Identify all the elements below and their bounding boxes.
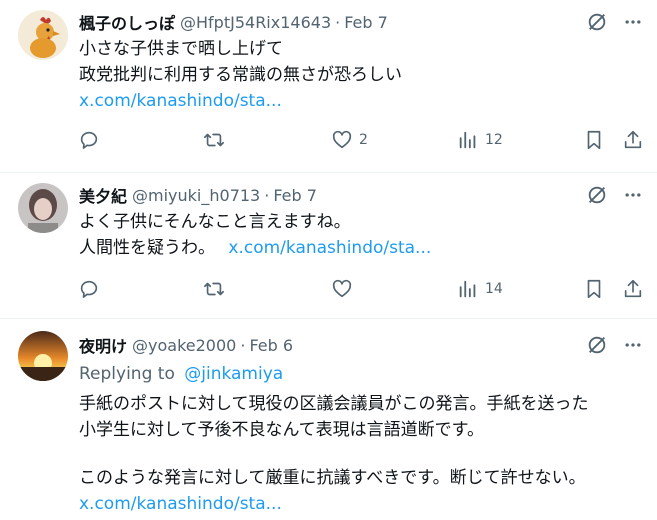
tweet-text-line: 政党批判に利用する常識の無さが恐ろしい xyxy=(79,65,402,85)
more-button[interactable] xyxy=(620,332,646,358)
grok-button[interactable] xyxy=(584,9,610,35)
avatar-image-rooster xyxy=(18,10,68,60)
tweet-text-line-with-link: 人間性を疑うわ。 x.com/kanashindo/sta... xyxy=(79,235,431,261)
replying-to-handle[interactable]: @jinkamiya xyxy=(184,364,283,384)
retweet-button[interactable] xyxy=(203,274,225,304)
grok-slash-circle-icon xyxy=(588,336,606,354)
reply-button[interactable] xyxy=(78,274,100,304)
bookmark-button[interactable] xyxy=(583,125,605,155)
action-bar: 2 12 xyxy=(0,125,657,155)
avatar-image-portrait xyxy=(18,183,68,233)
like-count: 2 xyxy=(359,132,368,148)
user-handle[interactable]: @yoake2000 xyxy=(132,336,236,355)
like-button[interactable]: 2 xyxy=(331,125,368,155)
view-count: 14 xyxy=(485,281,503,297)
more-dots-icon xyxy=(625,343,641,347)
grok-slash-circle-icon xyxy=(588,13,606,31)
tweet-header: 楓子のしっぽ @HfptJ54Rix14643 · Feb 7 xyxy=(79,10,388,34)
tweet-card[interactable]: 楓子のしっぽ @HfptJ54Rix14643 · Feb 7 小さな子供まで晒… xyxy=(0,0,657,172)
reply-icon xyxy=(80,131,98,149)
tweet-header: 美夕紀 @miyuki_h0713 · Feb 7 xyxy=(79,183,317,207)
tweet-text-line: よく子供にそんなこと言えますね。 xyxy=(79,212,351,232)
share-icon xyxy=(624,130,642,149)
tweet-date[interactable]: Feb 7 xyxy=(344,13,388,32)
more-button[interactable] xyxy=(620,9,646,35)
tweet-header: 夜明け @yoake2000 · Feb 6 xyxy=(79,333,293,357)
share-button[interactable] xyxy=(622,125,644,155)
reply-icon xyxy=(80,280,98,298)
tweet-feed: 楓子のしっぽ @HfptJ54Rix14643 · Feb 7 小さな子供まで晒… xyxy=(0,0,657,520)
bookmark-button[interactable] xyxy=(583,274,605,304)
reply-button[interactable] xyxy=(78,125,100,155)
display-name[interactable]: 夜明け xyxy=(79,333,127,357)
retweet-icon xyxy=(204,133,224,147)
avatar[interactable] xyxy=(18,331,68,381)
display-name[interactable]: 美夕紀 xyxy=(79,183,127,207)
tweet-link[interactable]: x.com/kanashindo/sta... xyxy=(228,238,431,258)
tweet-link[interactable]: x.com/kanashindo/sta... xyxy=(79,491,282,517)
heart-icon xyxy=(332,279,352,298)
grok-button[interactable] xyxy=(584,332,610,358)
user-handle[interactable]: @HfptJ54Rix14643 xyxy=(180,13,331,32)
view-count: 12 xyxy=(485,132,503,148)
display-name[interactable]: 楓子のしっぽ xyxy=(79,10,175,34)
replying-to-label: Replying to xyxy=(79,364,175,384)
views-button[interactable]: 14 xyxy=(457,274,503,304)
more-dots-icon xyxy=(625,193,641,197)
views-icon xyxy=(459,280,476,298)
bookmark-icon xyxy=(587,279,601,299)
share-icon xyxy=(624,279,642,298)
avatar[interactable] xyxy=(18,183,68,233)
share-button[interactable] xyxy=(622,274,644,304)
tweet-text-line: 小さな子供まで晒し上げて xyxy=(79,39,283,59)
views-button[interactable]: 12 xyxy=(457,125,503,155)
tweet-card[interactable]: 夜明け @yoake2000 · Feb 6 Replying to @jink… xyxy=(0,319,657,520)
tweet-link[interactable]: x.com/kanashindo/sta... xyxy=(79,88,282,114)
replying-to: Replying to @jinkamiya xyxy=(79,361,283,387)
tweet-date[interactable]: Feb 7 xyxy=(273,186,317,205)
action-bar: 14 xyxy=(0,274,657,304)
grok-button[interactable] xyxy=(584,182,610,208)
like-button[interactable] xyxy=(331,274,353,304)
avatar[interactable] xyxy=(18,10,68,60)
views-icon xyxy=(459,131,476,149)
grok-slash-circle-icon xyxy=(588,186,606,204)
separator-dot: · xyxy=(335,12,341,32)
separator-dot: · xyxy=(264,185,270,205)
tweet-card[interactable]: 美夕紀 @miyuki_h0713 · Feb 7 よく子供にそんなこと言えます… xyxy=(0,173,657,318)
tweet-text-line: 小学生に対して予後不良なんて表現は言語道断です。 xyxy=(79,420,484,440)
heart-icon xyxy=(332,130,352,149)
tweet-date[interactable]: Feb 6 xyxy=(249,336,293,355)
separator-dot: · xyxy=(240,335,246,355)
tweet-text-line: このような発言に対して厳重に抗議すべきです。断じて許せない。 xyxy=(79,468,586,488)
retweet-button[interactable] xyxy=(203,125,225,155)
user-handle[interactable]: @miyuki_h0713 xyxy=(132,186,260,205)
tweet-text-line: 手紙のポストに対して現役の区議会議員がこの発言。手紙を送った xyxy=(79,394,589,414)
retweet-icon xyxy=(204,282,224,296)
tweet-text: 人間性を疑うわ。 xyxy=(79,238,215,258)
avatar-image-sunrise xyxy=(18,331,68,381)
bookmark-icon xyxy=(587,130,601,150)
more-button[interactable] xyxy=(620,182,646,208)
more-dots-icon xyxy=(625,20,641,24)
